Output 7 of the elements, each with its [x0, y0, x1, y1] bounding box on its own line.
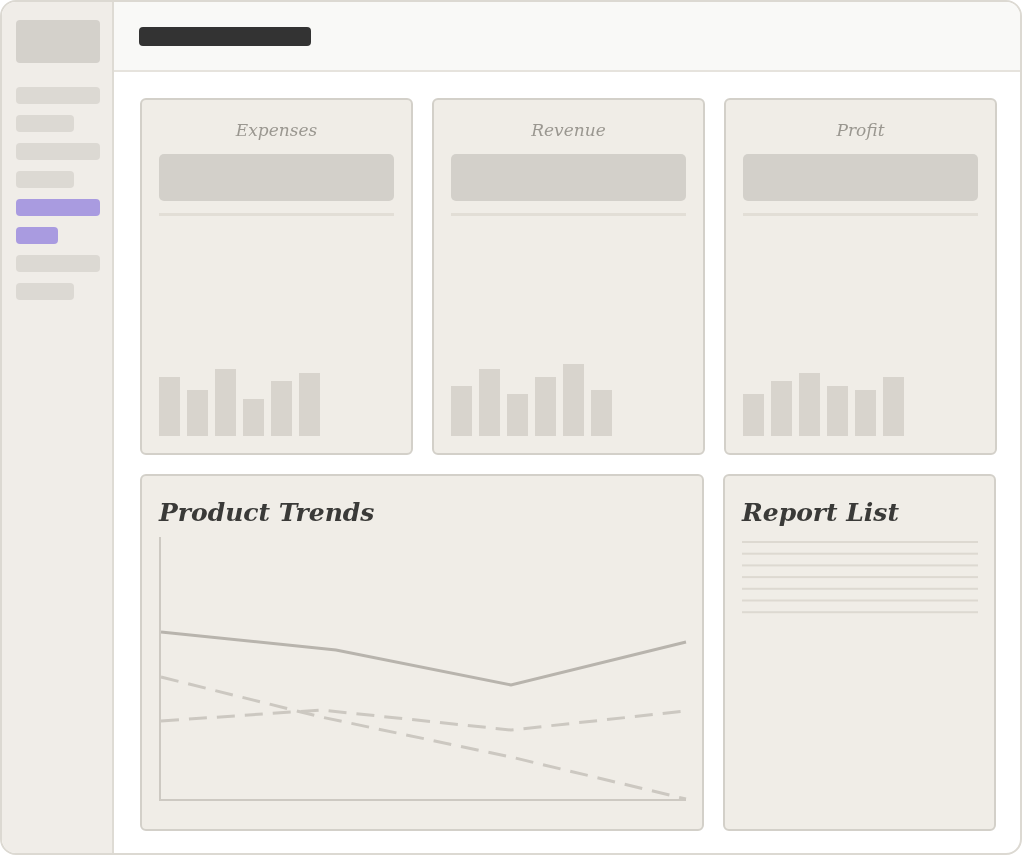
sidebar-item[interactable] [16, 227, 58, 244]
card-title: Revenue [531, 120, 606, 142]
card-title: Profit [836, 120, 885, 142]
panel-title: Report List [742, 498, 900, 527]
panel-title: Product Trends [159, 498, 376, 527]
sidebar-item[interactable] [16, 199, 100, 216]
card-title: Expenses [235, 120, 318, 142]
